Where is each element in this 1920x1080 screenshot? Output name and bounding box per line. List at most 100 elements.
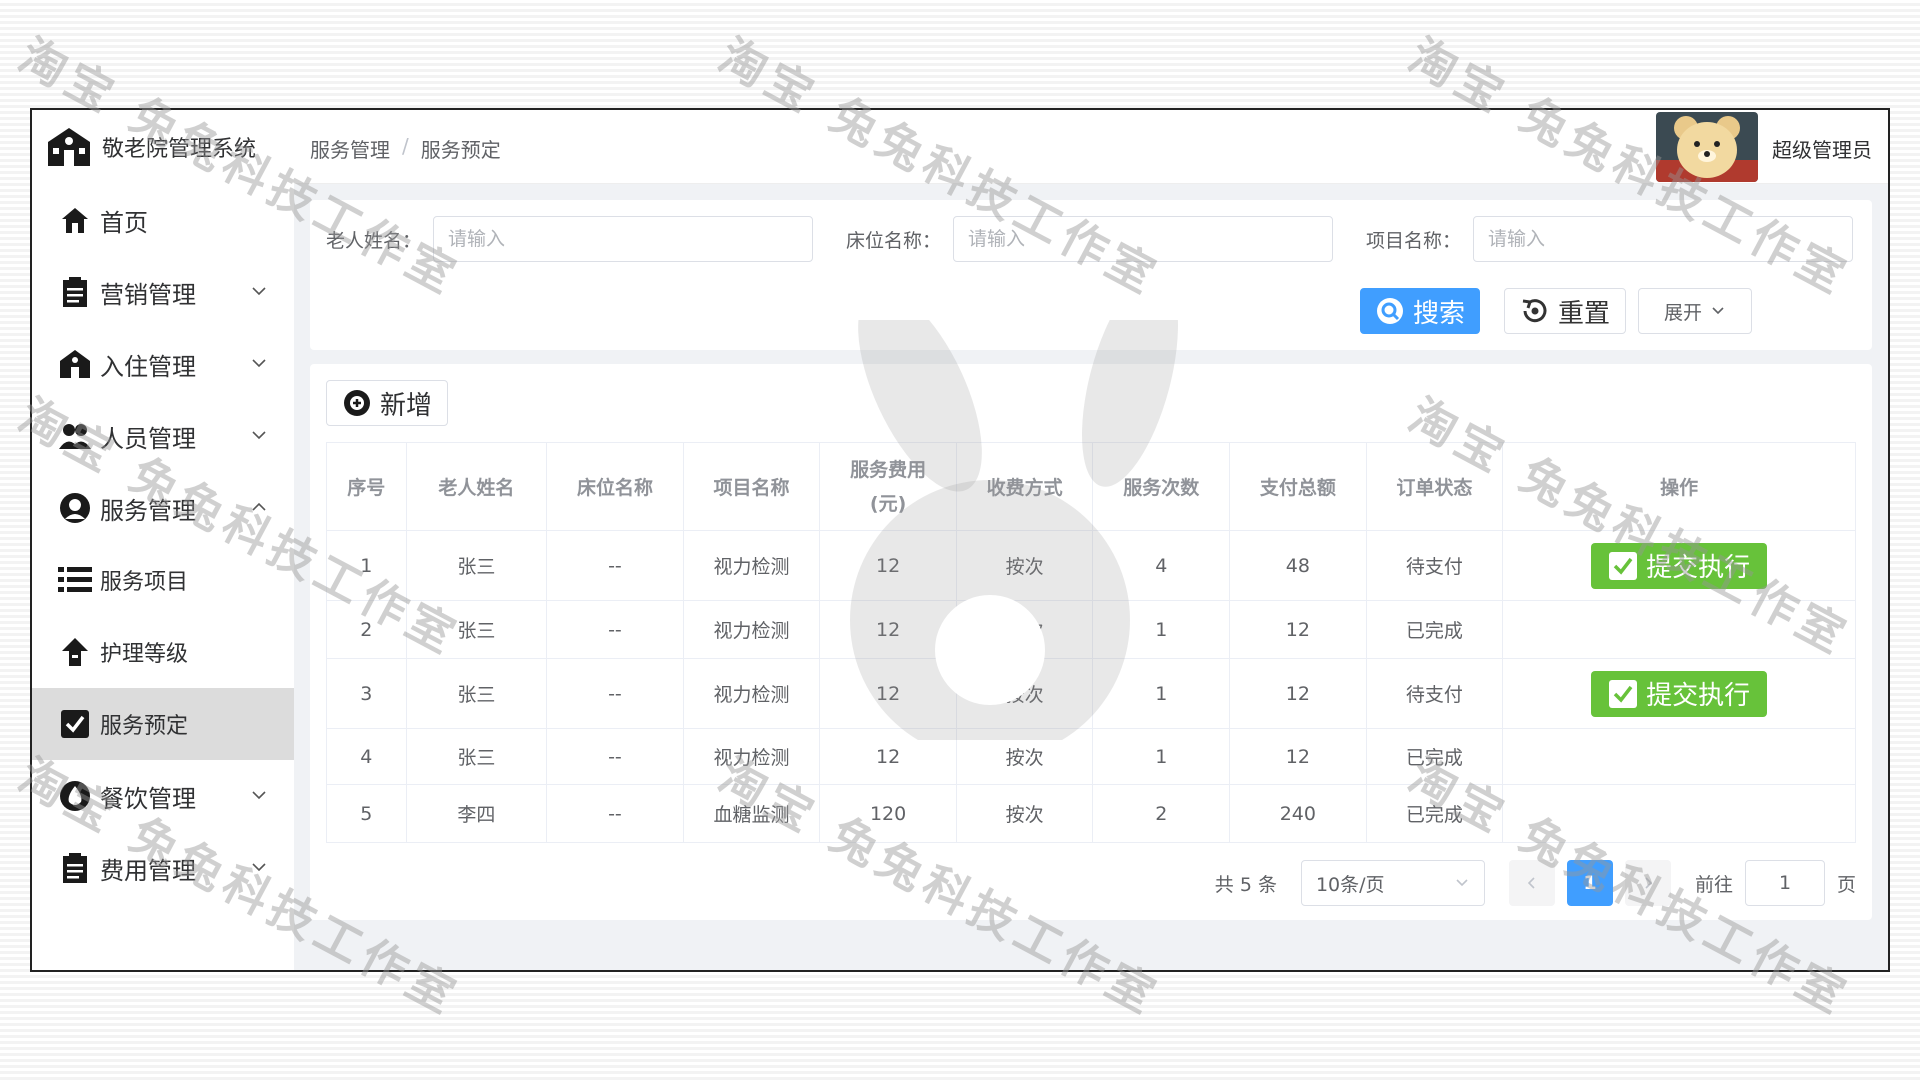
cell-item: 视力检测 xyxy=(682,530,821,601)
cell-fee: 12 xyxy=(819,600,957,659)
user-name[interactable]: 超级管理员 xyxy=(1772,134,1872,163)
reset-button-label: 重置 xyxy=(1557,298,1610,329)
sidebar-item-label: 服务项目 xyxy=(100,570,189,595)
cell-count: 1 xyxy=(1092,658,1231,729)
col-header: 服务费用(元) xyxy=(819,442,957,531)
cell-method: 按次 xyxy=(955,728,1094,785)
chevron-down-icon xyxy=(252,287,266,296)
reset-button[interactable]: 重置 xyxy=(1504,288,1626,334)
goto-page-input[interactable]: 1 xyxy=(1744,860,1825,906)
add-circle-icon xyxy=(343,390,370,416)
sidebar-item-label: 首页 xyxy=(100,208,148,237)
cell-bed: -- xyxy=(546,530,684,601)
col-header: 序号 xyxy=(326,442,407,531)
breadcrumb: 服务管理 / 服务预定 xyxy=(310,134,501,163)
cell-status: 已完成 xyxy=(1365,728,1504,785)
reset-icon xyxy=(1522,299,1547,323)
page-number-current[interactable]: 1 xyxy=(1566,860,1613,906)
sidebar-item-checkin[interactable]: 入住管理 xyxy=(32,328,294,400)
cell-action: 提交执行 xyxy=(1502,658,1856,729)
cell-method: 按次 xyxy=(955,658,1094,729)
submit-execute-button[interactable]: 提交执行 xyxy=(1591,542,1768,589)
next-page-button[interactable] xyxy=(1624,860,1671,906)
cell-fee: 12 xyxy=(819,728,957,785)
search-panel: 老人姓名： 床位名称： 项目名称： 搜索 重置 展开 xyxy=(310,200,1872,350)
check-square-icon xyxy=(1609,551,1638,580)
cell-name: 张三 xyxy=(405,728,548,785)
main-content: 老人姓名： 床位名称： 项目名称： 搜索 重置 展开 xyxy=(294,184,1888,970)
service-icon xyxy=(60,493,90,523)
sidebar-item-service-items[interactable]: 服务项目 xyxy=(32,544,294,616)
cell-name: 张三 xyxy=(405,658,548,729)
cell-total: 12 xyxy=(1229,600,1367,659)
cell-index: 5 xyxy=(326,784,407,843)
breadcrumb-item[interactable]: 服务管理 xyxy=(310,134,390,163)
prev-page-button[interactable] xyxy=(1508,860,1555,906)
app-title: 敬老院管理系统 xyxy=(102,137,257,162)
breadcrumb-item-current: 服务预定 xyxy=(420,138,501,162)
page-suffix: 页 xyxy=(1836,873,1856,896)
cell-total: 12 xyxy=(1229,658,1367,729)
search-button[interactable]: 搜索 xyxy=(1360,288,1480,334)
sidebar: 敬老院管理系统 首页 营销管理 入住管理 人员管理 服务管理 服务项目 护理等级… xyxy=(32,110,294,970)
cell-count: 1 xyxy=(1092,728,1231,785)
cell-total: 48 xyxy=(1229,530,1367,601)
page-size-select[interactable]: 10条/页 xyxy=(1300,860,1485,906)
bed-name-input[interactable] xyxy=(953,216,1334,262)
total-count: 共 5 条 xyxy=(1214,873,1277,896)
col-header: 服务次数 xyxy=(1092,442,1231,531)
chevron-down-icon xyxy=(252,431,266,440)
cell-count: 4 xyxy=(1092,530,1231,601)
cell-method: 按次 xyxy=(955,600,1094,659)
cell-item: 视力检测 xyxy=(682,728,821,785)
sidebar-item-service-booking[interactable]: 服务预定 xyxy=(32,688,294,760)
building-icon xyxy=(60,350,90,378)
home-icon xyxy=(62,208,88,233)
cell-bed: -- xyxy=(546,600,684,659)
cell-index: 1 xyxy=(326,530,407,601)
col-header: 老人姓名 xyxy=(405,442,548,531)
cell-bed: -- xyxy=(546,784,684,843)
sidebar-item-fees[interactable]: 费用管理 xyxy=(32,832,294,904)
elder-name-input[interactable] xyxy=(433,216,814,262)
brand[interactable]: 敬老院管理系统 xyxy=(32,110,294,184)
sidebar-item-catering[interactable]: 餐饮管理 xyxy=(32,760,294,832)
table-row: 4 张三 -- 视力检测 12 按次 1 12 已完成 xyxy=(326,728,1856,785)
chevron-right-icon xyxy=(1645,877,1653,889)
table-row: 1 张三 -- 视力检测 12 按次 4 48 待支付 提交执行 xyxy=(326,530,1856,601)
table-row: 3 张三 -- 视力检测 12 按次 1 12 待支付 提交执行 xyxy=(326,658,1856,729)
expand-button[interactable]: 展开 xyxy=(1638,288,1752,334)
drop-icon xyxy=(60,781,90,811)
cell-status: 已完成 xyxy=(1365,784,1504,843)
chevron-up-icon xyxy=(252,502,266,511)
sidebar-item-staff[interactable]: 人员管理 xyxy=(32,400,294,472)
col-header: 操作 xyxy=(1502,442,1856,531)
cell-method: 按次 xyxy=(955,530,1094,601)
sidebar-item-home[interactable]: 首页 xyxy=(32,184,294,256)
breadcrumb-separator: / xyxy=(402,134,409,158)
item-name-label: 项目名称： xyxy=(1366,229,1462,252)
col-header: 收费方式 xyxy=(955,442,1094,531)
cell-index: 3 xyxy=(326,658,407,729)
list-icon xyxy=(58,567,92,592)
add-button[interactable]: 新增 xyxy=(326,380,448,426)
add-button-label: 新增 xyxy=(379,390,432,421)
sidebar-item-care-level[interactable]: 护理等级 xyxy=(32,616,294,688)
cell-bed: -- xyxy=(546,658,684,729)
sidebar-item-marketing[interactable]: 营销管理 xyxy=(32,256,294,328)
item-name-field: 项目名称： xyxy=(1366,216,1854,262)
submit-execute-button[interactable]: 提交执行 xyxy=(1591,670,1768,717)
booking-table: 序号 老人姓名 床位名称 项目名称 服务费用(元) 收费方式 服务次数 支付总额… xyxy=(326,442,1856,843)
app-window: 敬老院管理系统 首页 营销管理 入住管理 人员管理 服务管理 服务项目 护理等级… xyxy=(30,108,1890,972)
sidebar-item-label: 餐饮管理 xyxy=(100,784,196,813)
sidebar-item-service[interactable]: 服务管理 xyxy=(32,472,294,544)
clipboard-icon xyxy=(63,277,87,307)
item-name-input[interactable] xyxy=(1473,216,1854,262)
check-square-icon xyxy=(1609,679,1638,708)
avatar[interactable] xyxy=(1656,112,1758,182)
cell-total: 240 xyxy=(1229,784,1367,843)
chevron-down-icon xyxy=(1456,879,1468,887)
cell-count: 1 xyxy=(1092,600,1231,659)
cell-fee: 120 xyxy=(819,784,957,843)
sidebar-item-label: 服务管理 xyxy=(100,496,196,525)
